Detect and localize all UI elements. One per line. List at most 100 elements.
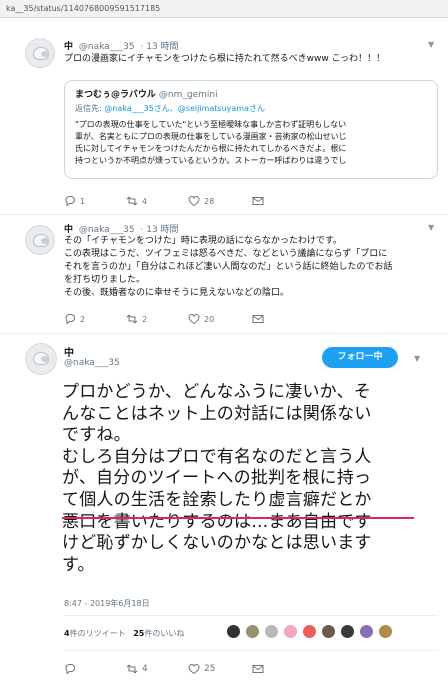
quote-line: 輩が、名実ともにプロの表現の仕事をしている漫画家・芸術家の松山せいじ <box>75 132 347 141</box>
red-underline-annotation <box>62 517 414 519</box>
divider <box>0 333 448 334</box>
main-text-line: が、自分のツイートへの批判を根に持っ <box>62 468 372 489</box>
chevron-down-icon[interactable]: ▼ <box>428 40 438 50</box>
tweet-2[interactable]: 中 @naka___35 · 13 時間 ▼ その「イチャモンをつけた」時に表現… <box>0 215 448 333</box>
liker-avatar[interactable] <box>359 624 374 639</box>
like-total-label[interactable]: 件のいいね <box>144 629 184 638</box>
like-count: 25 <box>204 664 216 674</box>
tweet-1[interactable]: 中 @naka___35 · 13 時間 ▼ プロの漫画家にイチャモンをつけたら… <box>0 18 448 213</box>
chevron-down-icon[interactable]: ▼ <box>428 223 438 233</box>
main-author-name[interactable]: 中 <box>64 344 74 359</box>
dm-button[interactable] <box>252 194 264 208</box>
url-text: ka__35/status/1140768009591517185 <box>6 4 161 13</box>
main-text-line: んなことはネット上の対話には関係ない <box>62 403 372 424</box>
main-avatar[interactable] <box>25 343 57 375</box>
author-name[interactable]: 中 <box>64 225 73 235</box>
reply-button[interactable]: 1 <box>64 194 85 208</box>
author-name[interactable]: 中 <box>64 42 73 52</box>
dm-button[interactable] <box>252 312 264 326</box>
liker-avatar[interactable] <box>226 624 241 639</box>
reply-prefix: 返信先: <box>75 104 102 113</box>
envelope-icon <box>252 313 264 325</box>
retweet-button[interactable]: 4 <box>126 662 148 676</box>
quote-line: 持つというか不明点が燻っているというか。ストーカー呼ばわりは違うでし <box>75 156 347 165</box>
tweet-header: 中 @naka___35 · 13 時間 <box>64 39 179 52</box>
retweet-button[interactable]: 2 <box>126 312 147 326</box>
retweet-icon <box>126 313 138 325</box>
main-text-line: す。 <box>62 554 95 575</box>
reply-to-mentions[interactable]: @naka___35さん、@seijimatsuyamaさん <box>104 104 265 113</box>
reply-icon <box>64 313 76 325</box>
chevron-down-icon[interactable]: ▼ <box>414 354 420 363</box>
main-tweet-text: プロかどうか、どんなふうに凄いか、そ んなことはネット上の対話には関係ない です… <box>62 382 446 576</box>
liker-avatar[interactable] <box>302 624 317 639</box>
liker-avatars <box>226 624 393 639</box>
retweet-count: 4 <box>142 664 148 674</box>
tweet-text-line: この表現はこうだ、ツイフェミは怒るべきだ、などという議論にならず「プロに <box>64 249 388 259</box>
avatar[interactable] <box>25 38 55 68</box>
dm-button[interactable] <box>252 662 264 676</box>
like-total[interactable]: 25 <box>133 629 144 638</box>
tweet-actions: 2 2 20 <box>64 312 364 326</box>
tweet-text-line: を打ち切りました。 <box>64 275 146 285</box>
main-text-line: 悪口を書いたりするのは…まあ自由です <box>62 511 372 532</box>
tweet-text-line: その「イチャモンをつけた」時に表現の話にならなかったわけです。 <box>64 236 343 246</box>
liker-avatar[interactable] <box>245 624 260 639</box>
reply-button[interactable]: 2 <box>64 312 85 326</box>
tweet-time[interactable]: · 13 時間 <box>141 225 179 235</box>
quote-line: "プロの表現の仕事をしていた"という至極曖昧な事しか言わず証明もしない <box>75 120 347 129</box>
main-text-line: て個人の生活を詮索したり虚言癖だとか <box>62 489 372 510</box>
envelope-icon <box>252 195 264 207</box>
retweet-button[interactable]: 4 <box>126 194 147 208</box>
reply-icon <box>64 195 76 207</box>
author-handle[interactable]: @naka___35 <box>79 42 135 52</box>
liker-avatar[interactable] <box>264 624 279 639</box>
like-button[interactable]: 25 <box>188 662 215 676</box>
like-button[interactable]: 28 <box>188 194 214 208</box>
divider <box>64 615 438 616</box>
quote-author-handle: @nm_gemini <box>158 90 218 100</box>
tweet-header: 中 @naka___35 · 13 時間 <box>64 222 179 235</box>
reply-count: 1 <box>80 196 86 206</box>
author-handle[interactable]: @naka___35 <box>79 225 135 235</box>
liker-avatar[interactable] <box>283 624 298 639</box>
reply-count: 2 <box>80 314 86 324</box>
quote-header: まつむぅ@ラバウル @nm_gemini <box>75 87 427 100</box>
tweet-text-line: プロの漫画家にイチャモンをつけたら根に持たれて然るべきwww こっわ！！！ <box>64 54 385 64</box>
tweet-timestamp[interactable]: 8:47 - 2019年6月18日 <box>64 598 150 609</box>
main-tweet-actions: 4 25 <box>64 662 364 676</box>
main-text-line: むしろ自分はプロで有名なのだと言う人 <box>62 446 372 467</box>
retweet-count: 2 <box>142 314 148 324</box>
tweet-text-line: その後、既婚者なのに幸せそうに見えないなどの陰口。 <box>64 288 290 298</box>
main-text-line: けど恥ずかしくないのかなとは思います <box>62 533 372 554</box>
quote-author-name: まつむぅ@ラバウル <box>75 90 156 100</box>
url-bar[interactable]: ka__35/status/1140768009591517185 <box>0 0 448 18</box>
retweet-total-label[interactable]: 件のリツイート <box>70 629 126 638</box>
engagement-stats: 4件のリツイート 25件のいいね <box>64 628 184 639</box>
like-count: 28 <box>204 196 215 206</box>
main-text-line: ですね。 <box>62 425 131 446</box>
heart-icon <box>188 663 200 675</box>
reply-icon <box>64 663 76 675</box>
avatar[interactable] <box>25 225 55 255</box>
quote-text: "プロの表現の仕事をしていた"という至極曖昧な事しか言わず証明もしない 輩が、名… <box>75 119 427 167</box>
envelope-icon <box>252 663 264 675</box>
tweet-actions: 1 4 28 <box>64 194 364 208</box>
tweet-time[interactable]: · 13 時間 <box>141 42 179 52</box>
reply-button[interactable] <box>64 662 76 676</box>
quote-reply-context: 返信先: @naka___35さん、@seijimatsuyamaさん <box>75 103 427 114</box>
quoted-tweet[interactable]: まつむぅ@ラバウル @nm_gemini 返信先: @naka___35さん、@s… <box>64 80 438 179</box>
tweet-text: プロの漫画家にイチャモンをつけたら根に持たれて然るべきwww こっわ！！！ <box>64 53 442 66</box>
retweet-icon <box>126 663 138 675</box>
liker-avatar[interactable] <box>378 624 393 639</box>
liker-avatar[interactable] <box>321 624 336 639</box>
liker-avatar[interactable] <box>340 624 355 639</box>
following-button[interactable]: フォロー中 <box>322 347 398 368</box>
quote-line: 氏に対してイチャモンをつけたんだから根に持たれてしかるべきだよ。根に <box>75 144 347 153</box>
tweet-text-line: それを言うのか」「自分はこれほど凄い人間なのだ」という話に終始したのでお話 <box>64 262 393 272</box>
main-author-handle[interactable]: @naka___35 <box>64 358 120 368</box>
divider <box>64 650 438 651</box>
like-button[interactable]: 20 <box>188 312 214 326</box>
tweet-text: その「イチャモンをつけた」時に表現の話にならなかったわけです。 この表現はこうだ… <box>64 235 442 300</box>
like-count: 20 <box>204 314 215 324</box>
